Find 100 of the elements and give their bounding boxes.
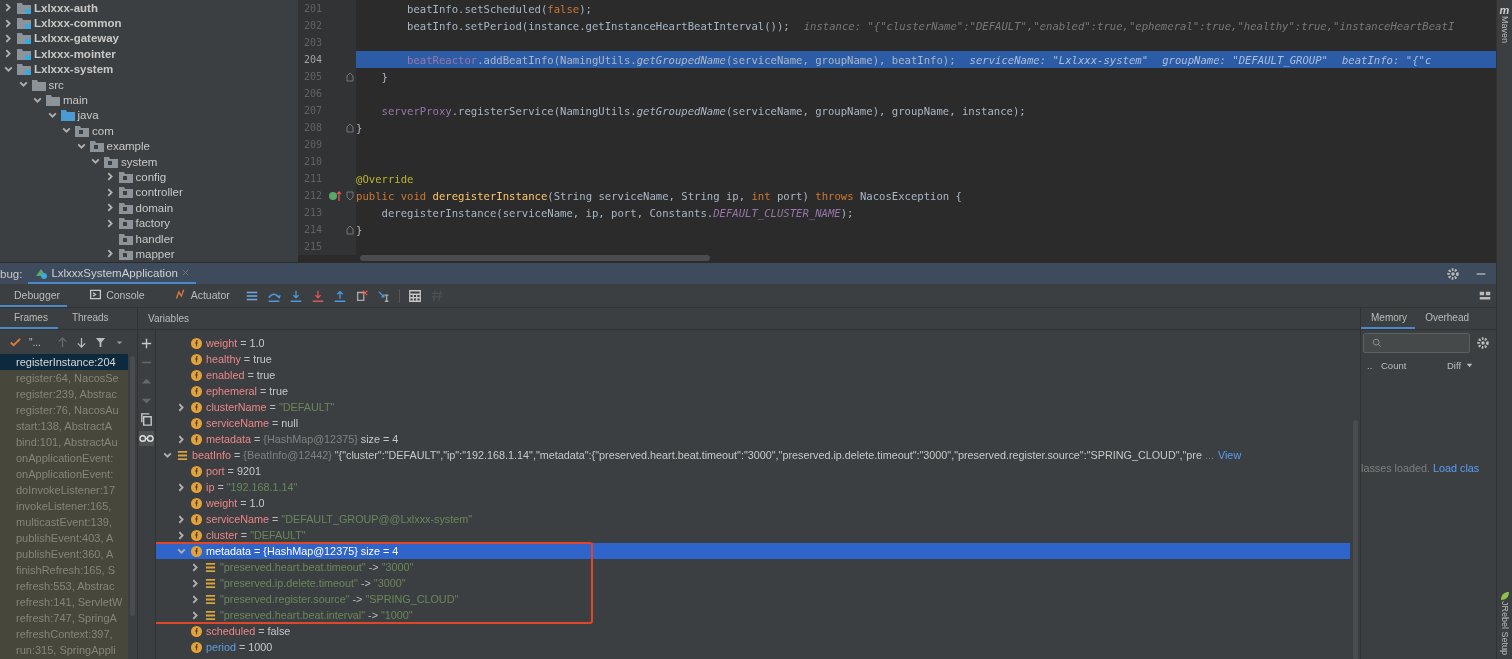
leaf-icon [1499,590,1510,601]
variable-entry[interactable]: serviceName = "DEFAULT_GROUP@@Lxlxxx-system" [206,513,473,525]
code-line: } [380,69,389,85]
tree-item[interactable]: example [106,140,150,153]
field-icon [191,401,202,413]
settings-icon[interactable] [1476,336,1490,350]
chevron-icon[interactable] [176,481,187,493]
variable-entry[interactable]: "preserved.heart.beat.timeout" -> "3000" [220,561,414,573]
search-field[interactable] [1363,333,1470,353]
tree-item[interactable]: Lxlxxx-auth [34,1,98,14]
variable-entry[interactable]: serviceName = null [206,417,299,429]
column-header[interactable]: Diff [1441,360,1487,371]
debugger-tab[interactable]: Console [75,284,152,307]
variable-entry[interactable]: period = 1000 [206,641,273,653]
thread-selector[interactable]: "... [29,336,41,348]
tree-item[interactable]: system [121,155,158,168]
chevron-icon[interactable] [176,513,187,525]
scrollbar-thumb[interactable] [360,255,710,261]
tree-item[interactable]: handler [135,232,174,245]
tree-item[interactable]: src [48,78,64,91]
column-header[interactable]: Count [1381,360,1441,371]
folder-icon [17,63,31,76]
inline-value-hint: serviceName: "Lxlxxx-system" [969,53,1149,66]
view-link[interactable]: View [1217,449,1242,461]
chevron-icon[interactable] [176,433,187,445]
status-text: lasses loaded. [1361,462,1431,474]
step-into-icon[interactable] [288,288,303,303]
tree-item[interactable]: main [63,94,88,107]
chevron-icon[interactable] [3,48,14,60]
inline-value-hint: instance: "{"clusterName":"DEFAULT","enabled":true,"ephemeral":true,"healthy":true,"instanceHeartBeatI [803,19,1455,32]
add-icon[interactable] [139,336,154,351]
stack-frame[interactable]: registerInstance:204 [0,354,128,370]
filter-icon[interactable] [94,336,106,348]
maven-tool-button[interactable]: m Maven [1499,0,1510,47]
tree-item[interactable]: com [92,124,114,137]
watches-icon[interactable] [139,431,154,446]
variable-entry[interactable]: cluster = "DEFAULT" [206,529,306,541]
variable-entry[interactable]: healthy = true [206,353,272,365]
fold-icon[interactable] [346,122,354,133]
tree-item[interactable]: config [135,171,167,183]
fold-icon[interactable] [346,224,354,235]
folder-icon [118,186,133,199]
tree-item[interactable]: Lxlxxx-system [34,63,114,76]
chevron-icon[interactable] [190,593,201,605]
variable-entry[interactable]: weight = 1.0 [206,497,265,509]
variable-entry[interactable]: ip = "192.168.1.14" [206,481,298,493]
chevron-icon[interactable] [3,2,14,14]
settings-icon[interactable] [1446,266,1460,281]
fold-icon[interactable] [346,71,354,82]
frames-tab[interactable]: Frames [0,308,58,329]
chevron-icon[interactable] [3,32,14,44]
down-arrow-icon[interactable] [75,336,87,348]
chevron-icon[interactable] [190,609,201,621]
variable-entry[interactable]: metadata = {HashMap@12375} size = 4 [206,545,399,557]
variable-entry[interactable]: weight = 1.0 [206,337,265,349]
session-tab[interactable]: LxlxxxSystemApplication [28,263,196,284]
variable-entry[interactable]: port = 9201 [206,465,261,477]
code-line: } [356,222,364,238]
variable-entry[interactable]: "preserved.heart.beat.interval" -> "1000" [220,609,413,621]
tree-item[interactable]: controller [135,186,183,199]
jrebel-tool-button[interactable]: JRebel Setup [1499,586,1510,659]
variable-entry[interactable]: beatInfo = {BeatInfo@12442} "{"cluster":"DEFAULT","ip":"192.168.1.14","metadata":{"preserved.heart.beat.timeout":"3000","preserved.ip.delete.timeout":"3000","preserved.register.source":"SPRING_CLOUD","pre ... [192,449,1214,461]
code-line: public void deregisterInstance(String serviceName, String ip, int port) throws NacosException { [356,188,963,204]
debugger-tab[interactable]: Debugger [0,284,68,307]
folder-icon [31,78,46,91]
load-classes-link[interactable]: Load clas [1433,462,1480,474]
frames-tab[interactable]: Threads [57,308,119,329]
tree-item[interactable]: Lxlxxx-mointer [34,47,116,60]
chevron-icon[interactable] [3,17,14,29]
variable-entry[interactable]: scheduled = false [206,625,291,637]
tree-item[interactable]: java [77,109,99,122]
variable-entry[interactable]: enabled = true [206,369,276,381]
code-line: deregisterInstance(serviceName, ip, port, Constants.DEFAULT_CLUSTER_NAME); [380,205,855,221]
tree-item[interactable]: factory [135,217,170,230]
step-out-icon[interactable] [332,288,347,303]
variable-entry[interactable]: "preserved.register.source" -> "SPRING_CLOUD" [220,593,459,605]
tree-item[interactable]: domain [135,201,174,214]
chevron-icon[interactable] [190,561,201,573]
memory-tab[interactable]: Memory [1361,308,1416,329]
chevron-icon[interactable] [176,529,187,541]
copy-icon[interactable] [139,412,154,427]
field-icon [191,337,202,349]
variable-entry[interactable]: "preserved.ip.delete.timeout" -> "3000" [220,577,406,589]
variable-entry[interactable]: clusterName = "DEFAULT" [206,401,335,413]
column-header[interactable]: .. [1361,360,1381,371]
chevron-icon[interactable] [190,577,201,589]
fold-icon[interactable] [346,190,354,201]
inline-value-hint: beatInfo: "{"c [1341,53,1432,66]
tree-item[interactable]: Lxlxxx-common [34,17,122,30]
tree-item[interactable]: Lxlxxx-gateway [34,32,119,45]
folder-icon [118,171,133,183]
variable-entry[interactable]: metadata = {HashMap@12375} size = 4 [206,433,399,445]
force-step-into-icon[interactable] [310,288,325,303]
override-icon[interactable] [328,189,342,202]
tree-item[interactable]: mapper [135,247,175,260]
memory-tab[interactable]: Overhead [1415,308,1478,329]
chevron-icon[interactable] [176,401,187,413]
folder-icon [17,1,31,14]
debugger-tab[interactable]: Actuator [159,284,237,307]
variable-entry[interactable]: ephemeral = true [206,385,288,397]
